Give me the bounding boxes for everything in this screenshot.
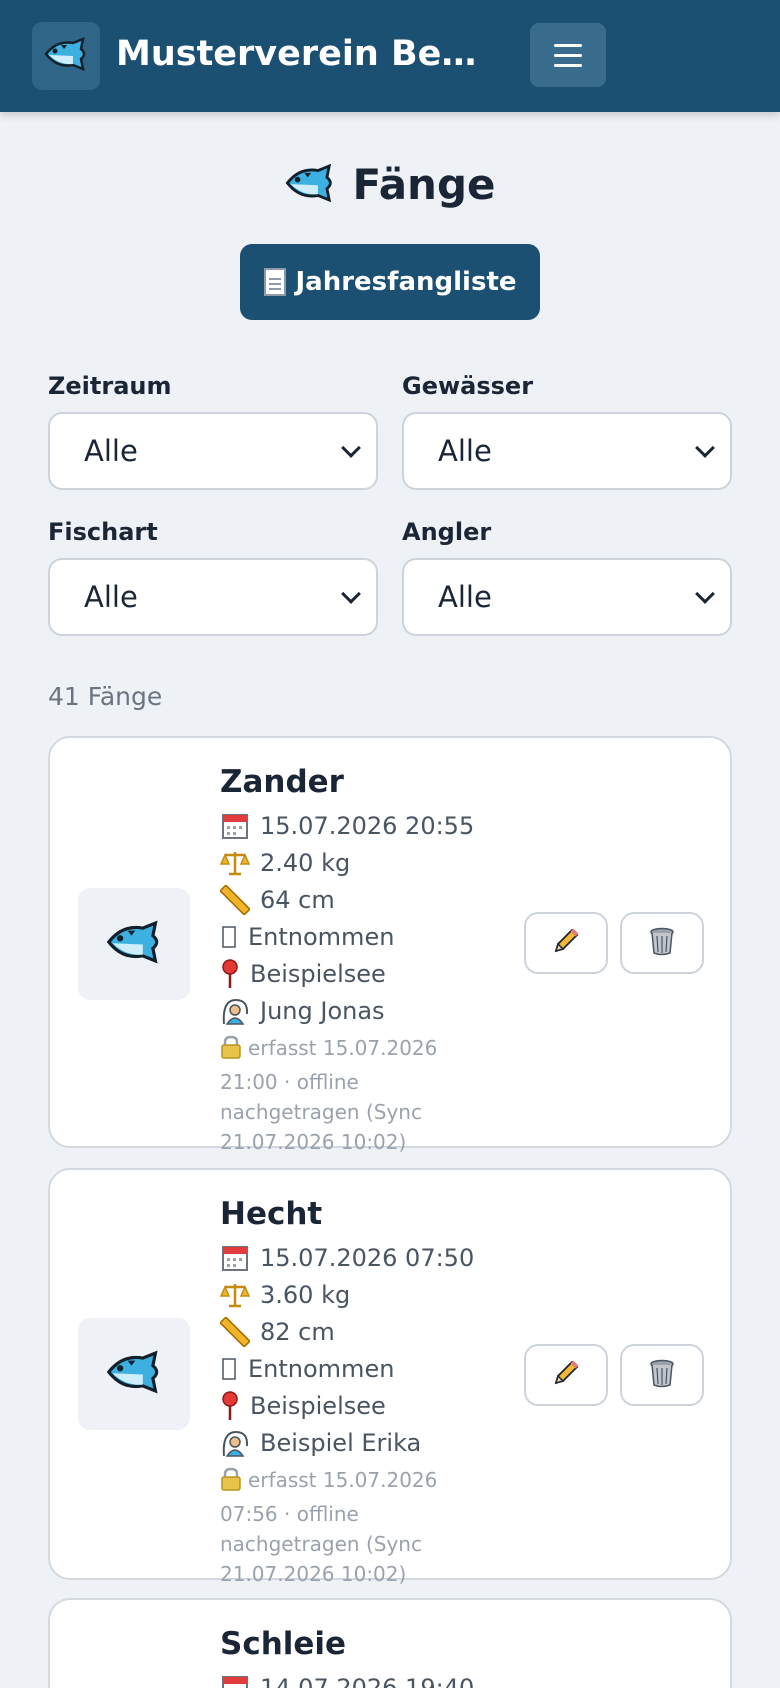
lock-icon <box>220 1035 242 1067</box>
catch-species: Schleie <box>220 1626 347 1662</box>
edit-catch-button[interactable] <box>524 912 608 974</box>
catch-angler-row: Beispiel Erika <box>220 1424 500 1461</box>
catch-water: Beispielsee <box>250 1391 386 1420</box>
catch-record-note-text: erfasst 15.07.2026 21:00 · offline nachg… <box>220 1036 438 1155</box>
fish-icon <box>284 163 336 207</box>
catch-record-note-text: erfasst 15.07.2026 07:56 · offline nachg… <box>220 1468 438 1587</box>
ruler-icon <box>220 884 250 915</box>
catch-water: Beispielsee <box>250 959 386 988</box>
status-icon <box>220 922 238 952</box>
angler-icon <box>220 1428 250 1458</box>
catch-water-row: Beispielsee <box>220 1387 500 1424</box>
catch-status-row: Entnommen <box>220 1350 500 1387</box>
catch-length: 82 cm <box>260 1317 335 1346</box>
document-icon <box>263 268 286 296</box>
pencil-icon <box>551 1358 581 1392</box>
page-title-text: Fänge <box>352 160 496 209</box>
catch-datetime: 14.07.2026 19:40 <box>260 1673 475 1688</box>
catch-card: Schleie 14.07.2026 19:40 <box>48 1598 732 1688</box>
trash-icon <box>648 1358 676 1392</box>
catch-length: 64 cm <box>260 885 335 914</box>
chevron-down-icon <box>341 438 361 458</box>
catch-record-note: erfasst 15.07.2026 21:00 · offline nachg… <box>220 1033 500 1157</box>
fish-icon <box>105 1350 163 1398</box>
calendar-icon <box>220 1673 250 1688</box>
catch-angler: Jung Jonas <box>260 996 385 1025</box>
filter-label-water: Gewässer <box>402 372 534 400</box>
angler-icon <box>220 996 250 1026</box>
catch-status: Entnommen <box>248 1354 395 1383</box>
catch-status-row: Entnommen <box>220 918 500 955</box>
filter-label-species: Fischart <box>48 518 158 546</box>
catch-count: 41 Fänge <box>48 682 163 711</box>
catch-angler: Beispiel Erika <box>260 1428 422 1457</box>
catch-photo-placeholder <box>78 888 190 1000</box>
catch-record-note: erfasst 15.07.2026 07:56 · offline nachg… <box>220 1465 500 1589</box>
filter-select-species[interactable]: Alle <box>48 558 378 636</box>
app-logo[interactable] <box>32 22 100 90</box>
pin-icon <box>220 958 240 989</box>
catch-card: Zander 15.07.2026 20:55 2.40 kg 64 cm En… <box>48 736 732 1154</box>
chevron-down-icon <box>695 438 715 458</box>
catch-datetime-row: 15.07.2026 20:55 <box>220 807 500 844</box>
catch-length-row: 64 cm <box>220 881 500 918</box>
lock-icon <box>220 1467 242 1499</box>
filter-value-period: Alle <box>84 434 138 468</box>
fish-icon <box>43 36 89 75</box>
delete-catch-button[interactable] <box>620 1344 704 1406</box>
calendar-icon <box>220 811 250 841</box>
catch-weight: 2.40 kg <box>260 848 351 877</box>
catch-details: Hecht 15.07.2026 07:50 3.60 kg 82 cm Ent… <box>220 1196 500 1589</box>
edit-catch-button[interactable] <box>524 1344 608 1406</box>
scale-icon <box>220 848 250 878</box>
fish-icon <box>105 920 163 968</box>
scale-icon <box>220 1280 250 1310</box>
ruler-icon <box>220 1316 250 1347</box>
filter-label-period: Zeitraum <box>48 372 172 400</box>
yearly-catch-list-label: Jahresfangliste <box>295 267 517 297</box>
filter-select-period[interactable]: Alle <box>48 412 378 490</box>
chevron-down-icon <box>695 584 715 604</box>
catch-species: Zander <box>220 764 344 800</box>
filter-value-species: Alle <box>84 580 138 614</box>
catch-water-row: Beispielsee <box>220 955 500 992</box>
hamburger-menu-icon <box>554 43 582 47</box>
catch-datetime-row: 15.07.2026 07:50 <box>220 1239 500 1276</box>
filter-value-angler: Alle <box>438 580 492 614</box>
catch-photo-placeholder <box>78 1318 190 1430</box>
pencil-icon <box>551 926 581 960</box>
catch-status: Entnommen <box>248 922 395 951</box>
catch-species: Hecht <box>220 1196 323 1232</box>
calendar-icon <box>220 1243 250 1273</box>
menu-button[interactable] <box>530 23 606 87</box>
catch-details: Schleie 14.07.2026 19:40 <box>220 1626 500 1688</box>
status-icon <box>220 1354 238 1384</box>
filter-select-angler[interactable]: Alle <box>402 558 732 636</box>
catch-weight-row: 2.40 kg <box>220 844 500 881</box>
top-app-bar: Musterverein Beispi... <box>0 0 780 112</box>
catch-datetime-row: 14.07.2026 19:40 <box>220 1669 500 1688</box>
catch-card: Hecht 15.07.2026 07:50 3.60 kg 82 cm Ent… <box>48 1168 732 1586</box>
catch-datetime: 15.07.2026 20:55 <box>260 811 475 840</box>
page-title: Fänge <box>0 160 780 209</box>
catch-weight: 3.60 kg <box>260 1280 351 1309</box>
chevron-down-icon <box>341 584 361 604</box>
trash-icon <box>648 926 676 960</box>
catch-length-row: 82 cm <box>220 1313 500 1350</box>
delete-catch-button[interactable] <box>620 912 704 974</box>
pin-icon <box>220 1390 240 1421</box>
filter-label-angler: Angler <box>402 518 492 546</box>
catch-weight-row: 3.60 kg <box>220 1276 500 1313</box>
yearly-catch-list-button[interactable]: Jahresfangliste <box>240 244 540 320</box>
filter-value-water: Alle <box>438 434 492 468</box>
filter-select-water[interactable]: Alle <box>402 412 732 490</box>
catch-datetime: 15.07.2026 07:50 <box>260 1243 475 1272</box>
catch-angler-row: Jung Jonas <box>220 992 500 1029</box>
app-title: Musterverein Beispi... <box>116 34 486 74</box>
catch-details: Zander 15.07.2026 20:55 2.40 kg 64 cm En… <box>220 764 500 1157</box>
